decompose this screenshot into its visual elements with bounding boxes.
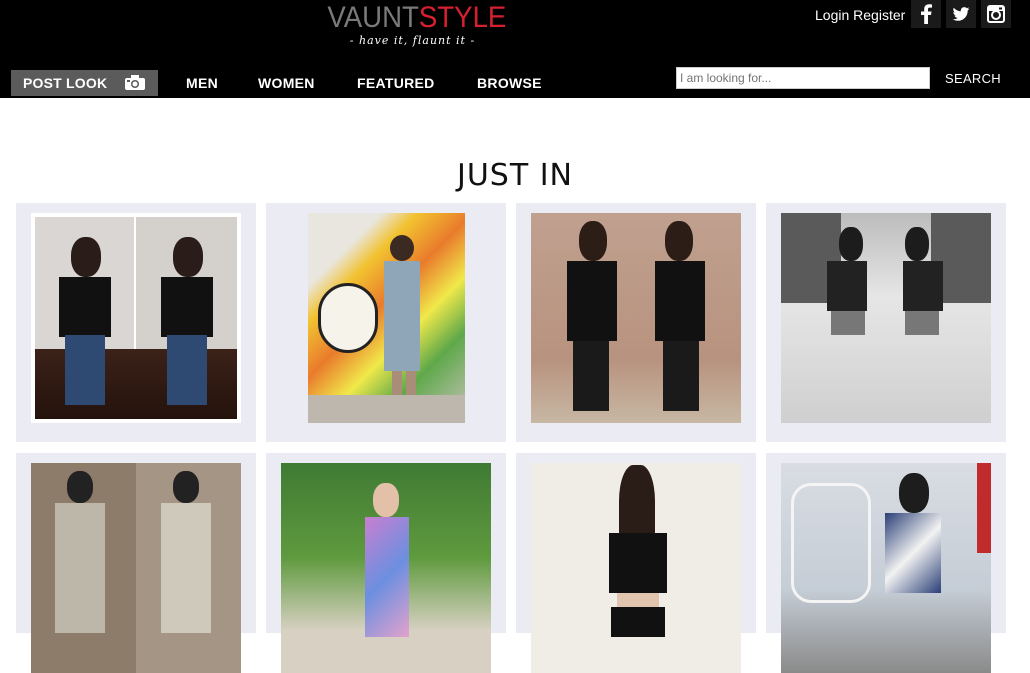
look-card[interactable] bbox=[16, 203, 256, 442]
site-header: VAUNTSTYLE - have it, flaunt it - Login … bbox=[0, 0, 1030, 98]
twitter-icon[interactable] bbox=[946, 0, 976, 28]
look-card[interactable] bbox=[266, 203, 506, 442]
logo-tagline: - have it, flaunt it - bbox=[349, 34, 476, 47]
login-link[interactable]: Login bbox=[815, 7, 849, 23]
facebook-icon[interactable] bbox=[911, 0, 941, 28]
register-link[interactable]: Register bbox=[853, 7, 905, 23]
search-button[interactable]: SEARCH bbox=[945, 71, 1001, 86]
look-card[interactable] bbox=[766, 203, 1006, 442]
look-photo[interactable] bbox=[781, 463, 991, 673]
look-card[interactable] bbox=[516, 453, 756, 673]
nav-item-men[interactable]: MEN bbox=[186, 75, 218, 91]
search-input[interactable] bbox=[676, 67, 930, 89]
auth-links: Login Register bbox=[815, 6, 905, 24]
nav-item-browse[interactable]: BROWSE bbox=[477, 75, 542, 91]
nav-item-featured[interactable]: FEATURED bbox=[357, 75, 435, 91]
nav-item-women[interactable]: WOMEN bbox=[258, 75, 315, 91]
look-card[interactable] bbox=[516, 203, 756, 442]
look-photo[interactable] bbox=[31, 213, 241, 423]
section-title: JUST IN bbox=[457, 158, 573, 193]
camera-icon bbox=[125, 75, 145, 90]
look-card[interactable] bbox=[266, 453, 506, 673]
look-photo[interactable] bbox=[781, 213, 991, 423]
post-look-button[interactable]: POST LOOK bbox=[11, 70, 158, 96]
look-card[interactable] bbox=[16, 453, 256, 673]
site-logo[interactable]: VAUNTSTYLE - have it, flaunt it - bbox=[320, 1, 507, 48]
look-photo[interactable] bbox=[31, 463, 241, 673]
look-photo[interactable] bbox=[531, 213, 741, 423]
look-photo[interactable] bbox=[531, 463, 741, 673]
post-look-label: POST LOOK bbox=[23, 75, 108, 91]
logo-text-style: STYLE bbox=[418, 1, 507, 34]
logo-text-vaunt: VAUNT bbox=[327, 1, 419, 34]
instagram-icon[interactable] bbox=[981, 0, 1011, 28]
look-photo[interactable] bbox=[308, 213, 465, 423]
look-card[interactable] bbox=[766, 453, 1006, 673]
look-photo[interactable] bbox=[281, 463, 491, 673]
